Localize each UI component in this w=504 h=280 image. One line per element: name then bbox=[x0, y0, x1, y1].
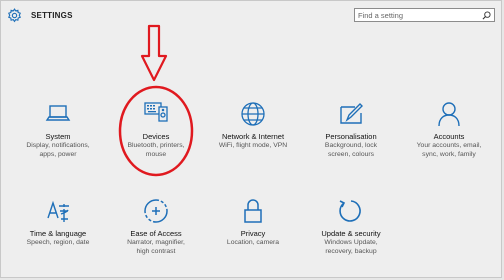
tile-personalisation[interactable]: Personalisation Background, lock screen,… bbox=[306, 100, 396, 159]
tile-label: System bbox=[45, 132, 71, 141]
network-icon bbox=[241, 102, 265, 126]
tile-description: sync, work, family bbox=[422, 151, 476, 158]
search-icon[interactable] bbox=[482, 11, 491, 20]
tile-label: Accounts bbox=[433, 132, 465, 141]
tile-description: Display, notifications, bbox=[26, 142, 90, 149]
tile-label: Devices bbox=[142, 132, 170, 141]
tile-label: Ease of Access bbox=[130, 229, 182, 238]
tile-description: Narrator, magnifier, bbox=[127, 239, 185, 246]
tile-label: Privacy bbox=[240, 229, 266, 238]
tile-description: Speech, region, date bbox=[26, 239, 90, 246]
tile-accounts[interactable]: Accounts Your accounts, email, sync, wor… bbox=[404, 100, 494, 159]
settings-gear-icon bbox=[8, 8, 21, 23]
search-box[interactable] bbox=[354, 8, 495, 22]
ease-of-access-icon bbox=[144, 199, 168, 223]
tile-description: mouse bbox=[145, 151, 167, 158]
tile-update-security[interactable]: Update & security Windows Update, recove… bbox=[306, 197, 396, 256]
tile-ease-of-access[interactable]: Ease of Access Narrator, magnifier, high… bbox=[111, 197, 201, 256]
header: SETTINGS bbox=[1, 1, 501, 33]
search-input[interactable] bbox=[358, 9, 478, 21]
page-title: SETTINGS bbox=[31, 11, 73, 20]
tile-description: WiFi, flight mode, VPN bbox=[218, 142, 288, 149]
tile-system[interactable]: System Display, notifications, apps, pow… bbox=[13, 100, 103, 159]
tile-description: Background, lock bbox=[324, 142, 378, 149]
tile-devices[interactable]: Devices Bluetooth, printers, mouse bbox=[111, 100, 201, 159]
time-language-icon bbox=[47, 200, 69, 222]
tile-description: screen, colours bbox=[327, 151, 375, 158]
update-refresh-icon bbox=[339, 200, 361, 222]
tile-description: Location, camera bbox=[226, 239, 280, 246]
system-icon bbox=[45, 105, 71, 121]
tile-label: Network & Internet bbox=[221, 132, 285, 141]
tile-label: Time & language bbox=[29, 229, 87, 238]
tile-description: high contrast bbox=[136, 248, 176, 255]
tile-time-language[interactable]: Time & language Speech, region, date bbox=[13, 197, 103, 247]
tile-description: recovery, backup bbox=[325, 248, 377, 255]
personalisation-icon bbox=[340, 103, 363, 124]
tile-label: Personalisation bbox=[325, 132, 377, 141]
tile-network-internet[interactable]: Network & Internet WiFi, flight mode, VP… bbox=[208, 100, 298, 150]
tile-description: Your accounts, email, bbox=[416, 142, 482, 149]
devices-icon bbox=[144, 102, 168, 122]
tile-label: Update & security bbox=[321, 229, 381, 238]
tile-privacy[interactable]: Privacy Location, camera bbox=[208, 197, 298, 247]
tile-description: Bluetooth, printers, bbox=[127, 142, 185, 149]
settings-window: SETTINGS System Display, notifications, … bbox=[0, 0, 502, 278]
tile-description: Windows Update, bbox=[324, 239, 378, 246]
lock-icon bbox=[244, 199, 262, 223]
annotation-arrow bbox=[140, 24, 168, 82]
tile-description: apps, power bbox=[39, 151, 77, 158]
accounts-icon bbox=[438, 102, 460, 127]
